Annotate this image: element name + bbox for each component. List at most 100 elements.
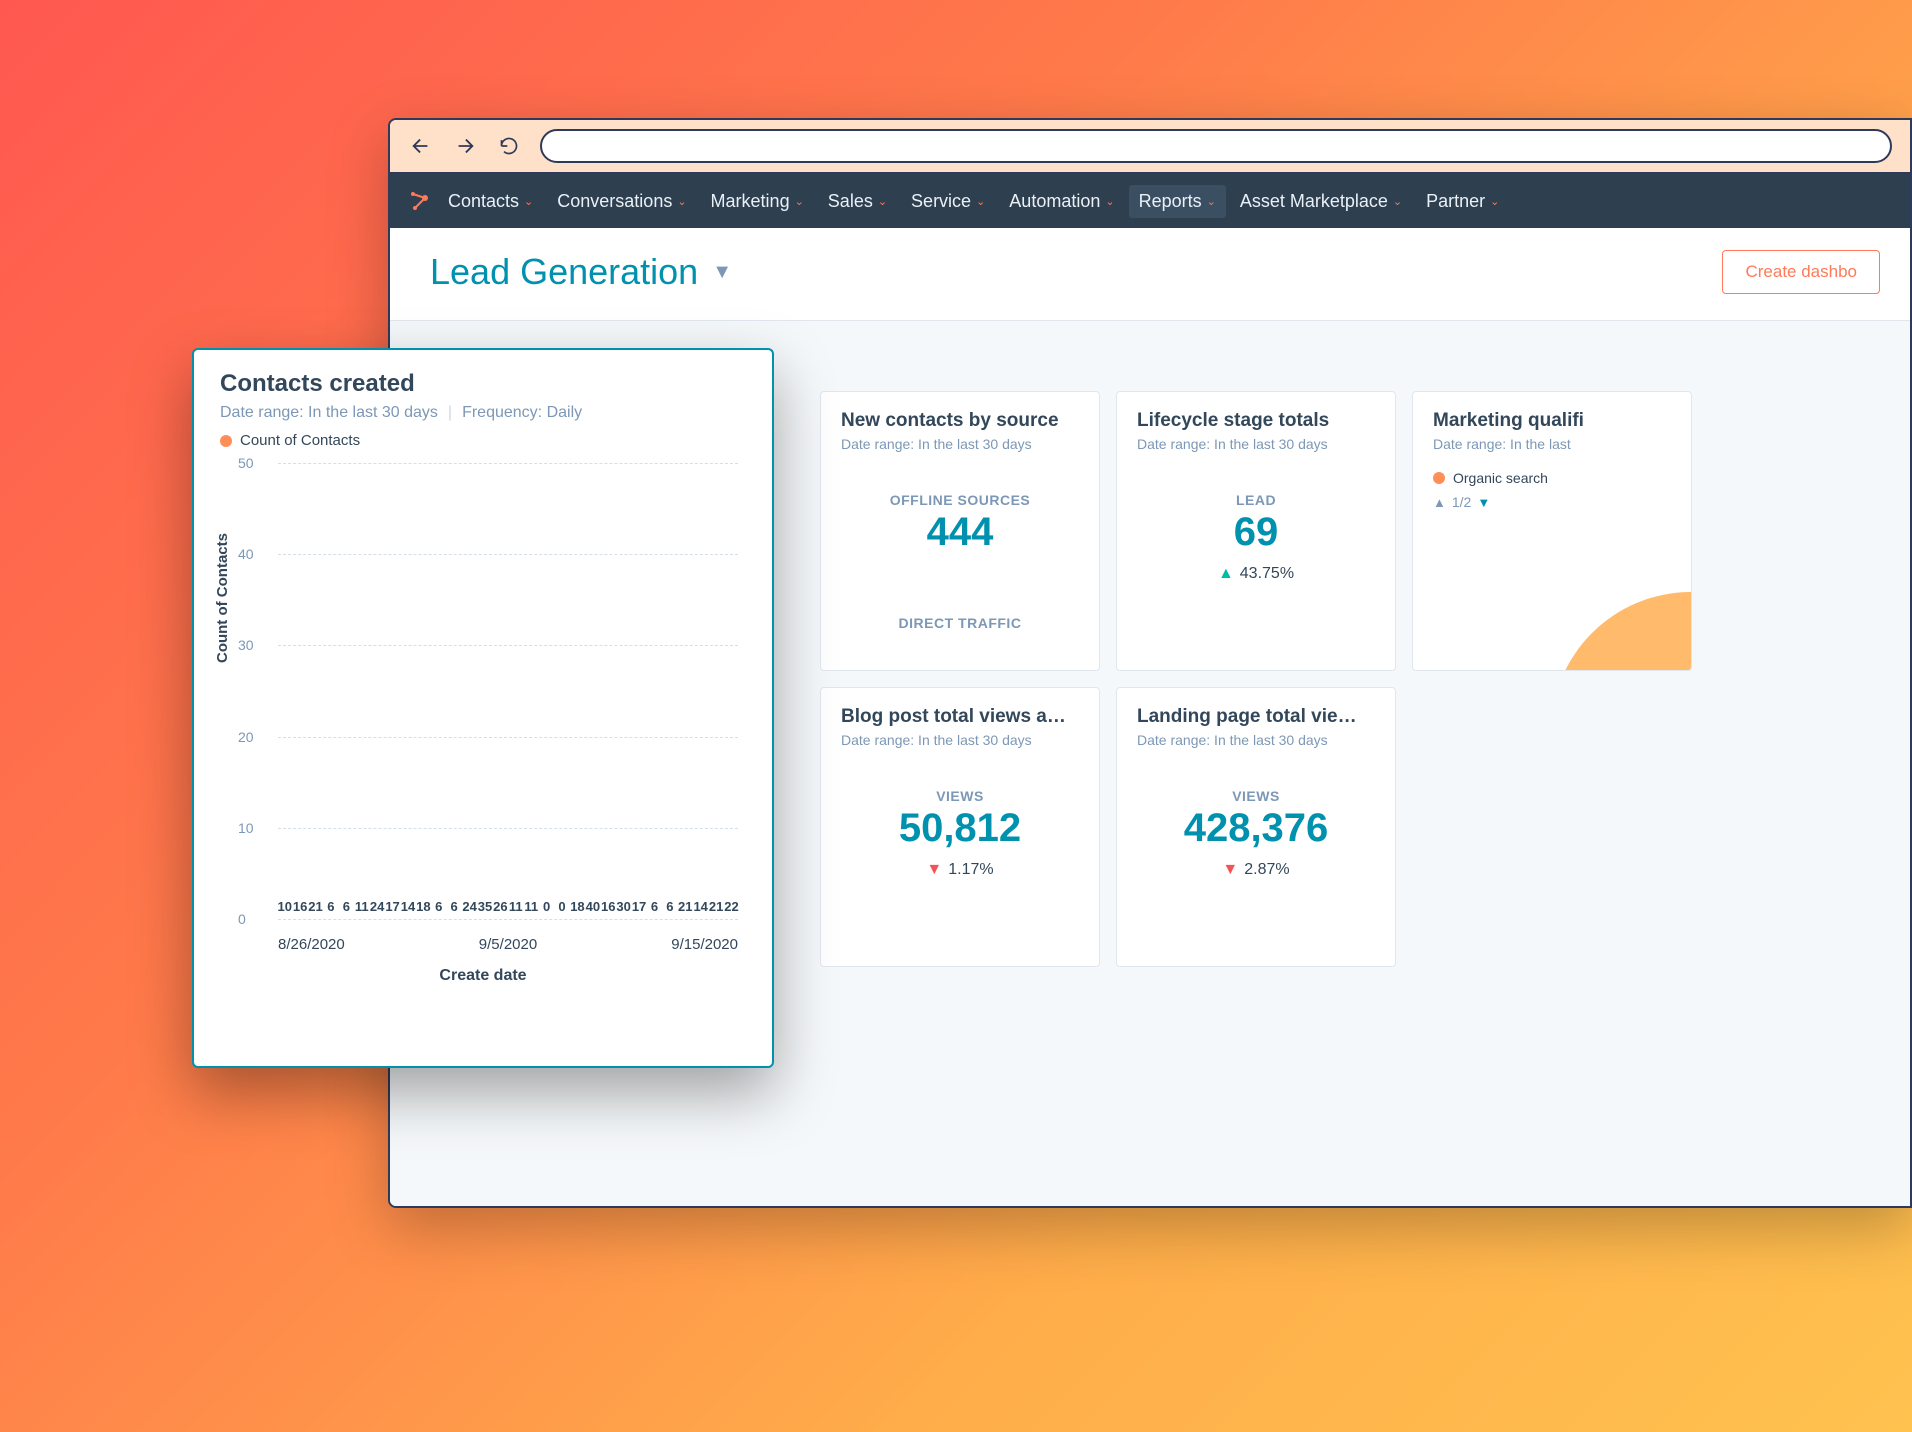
card-blog-post-views[interactable]: Blog post total views a… Date range: In …: [820, 687, 1100, 967]
kpi-delta: ▲43.75%: [1137, 565, 1375, 583]
bar-value-label: 21: [678, 899, 692, 914]
bar-value-label: 6: [451, 899, 458, 914]
card-new-contacts-by-source[interactable]: New contacts by source Date range: In th…: [820, 391, 1100, 671]
top-nav: Contacts⌄Conversations⌄Marketing⌄Sales⌄S…: [390, 174, 1910, 228]
bar-value-label: 14: [693, 899, 707, 914]
kpi-label: VIEWS: [1137, 788, 1375, 804]
legend-dot-icon: [220, 435, 232, 447]
card-subtitle: Date range: In the last 30 days: [841, 436, 1079, 452]
dashboard-header: Lead Generation ▼ Create dashbo: [390, 228, 1910, 320]
dashboard-title-dropdown[interactable]: Lead Generation ▼: [430, 251, 732, 293]
x-axis-title: Create date: [220, 967, 746, 985]
bar-value-label: 0: [558, 899, 565, 914]
forward-icon[interactable]: [452, 133, 478, 159]
card-title: Landing page total vie…: [1137, 706, 1375, 728]
bar-value-label: 22: [724, 899, 738, 914]
bar-value-label: 18: [570, 899, 584, 914]
x-tick-label: 9/15/2020: [671, 936, 738, 953]
card-marketing-qualified[interactable]: Marketing qualifi Date range: In the las…: [1412, 391, 1692, 671]
bar-value-label: 17: [385, 899, 399, 914]
bar-value-label: 21: [709, 899, 723, 914]
chevron-down-icon: ▼: [712, 261, 732, 284]
y-tick-label: 40: [238, 546, 254, 562]
hubspot-logo-icon: [408, 189, 432, 213]
nav-item-sales[interactable]: Sales⌄: [818, 185, 897, 218]
x-tick-label: 8/26/2020: [278, 936, 345, 953]
chevron-down-icon: ⌄: [1207, 195, 1216, 208]
bar-value-label: 40: [586, 899, 600, 914]
triangle-down-icon: ▼: [1222, 861, 1238, 879]
reload-icon[interactable]: [496, 133, 522, 159]
triangle-up-icon: ▲: [1433, 495, 1446, 510]
legend-item: Organic search: [1433, 470, 1671, 486]
bar-value-label: 6: [435, 899, 442, 914]
nav-item-marketing[interactable]: Marketing⌄: [701, 185, 814, 218]
bar-value-label: 21: [308, 899, 322, 914]
browser-toolbar: [390, 120, 1910, 174]
kpi-label: VIEWS: [841, 788, 1079, 804]
bar-value-label: 14: [401, 899, 415, 914]
bar-chart: Count of Contacts 1016216611241714186624…: [220, 463, 746, 993]
kpi-delta: ▼1.17%: [841, 861, 1079, 879]
kpi-label-2: DIRECT TRAFFIC: [841, 615, 1079, 631]
y-tick-label: 50: [238, 455, 254, 471]
bar-value-label: 11: [524, 899, 538, 914]
card-grid-row1b: Blog post total views a… Date range: In …: [820, 687, 1886, 967]
chevron-down-icon: ⌄: [524, 195, 533, 208]
bar-value-label: 26: [493, 899, 507, 914]
bar-value-label: 16: [601, 899, 615, 914]
kpi-value: 444: [841, 510, 1079, 555]
card-subtitle: Date range: In the last 30 days: [1137, 436, 1375, 452]
chart-meta: Date range: In the last 30 days|Frequenc…: [220, 404, 746, 422]
bar-value-label: 24: [462, 899, 476, 914]
nav-item-asset-marketplace[interactable]: Asset Marketplace⌄: [1230, 185, 1412, 218]
triangle-down-icon: ▼: [926, 861, 942, 879]
create-dashboard-button[interactable]: Create dashbo: [1722, 250, 1880, 294]
card-subtitle: Date range: In the last: [1433, 436, 1671, 452]
nav-item-partner[interactable]: Partner⌄: [1416, 185, 1509, 218]
bar-value-label: 17: [632, 899, 646, 914]
nav-item-conversations[interactable]: Conversations⌄: [547, 185, 696, 218]
nav-item-service[interactable]: Service⌄: [901, 185, 995, 218]
kpi-value: 428,376: [1137, 806, 1375, 851]
back-icon[interactable]: [408, 133, 434, 159]
contacts-created-chart-card[interactable]: Contacts created Date range: In the last…: [192, 348, 774, 1068]
bar-value-label: 35: [478, 899, 492, 914]
bars-container: 1016216611241714186624352611110018401630…: [278, 463, 738, 919]
legend-dot-icon: [1433, 472, 1445, 484]
kpi-value: 69: [1137, 510, 1375, 555]
bar-value-label: 10: [277, 899, 291, 914]
kpi-label: LEAD: [1137, 492, 1375, 508]
nav-item-reports[interactable]: Reports⌄: [1129, 185, 1226, 218]
pager[interactable]: ▲1/2▼: [1433, 494, 1671, 510]
card-lifecycle-stage-totals[interactable]: Lifecycle stage totals Date range: In th…: [1116, 391, 1396, 671]
bar-value-label: 30: [616, 899, 630, 914]
chevron-down-icon: ⌄: [795, 195, 804, 208]
card-title: Marketing qualifi: [1433, 410, 1671, 432]
bar-value-label: 0: [543, 899, 550, 914]
card-grid-row1: New contacts by source Date range: In th…: [820, 391, 1886, 671]
y-tick-label: 10: [238, 820, 254, 836]
bar-value-label: 6: [666, 899, 673, 914]
url-bar[interactable]: [540, 129, 1892, 163]
card-landing-page-views[interactable]: Landing page total vie… Date range: In t…: [1116, 687, 1396, 967]
card-title: New contacts by source: [841, 410, 1079, 432]
card-title: Blog post total views a…: [841, 706, 1079, 728]
y-tick-label: 30: [238, 637, 254, 653]
chevron-down-icon: ⌄: [878, 195, 887, 208]
chevron-down-icon: ⌄: [677, 195, 686, 208]
bar-value-label: 16: [293, 899, 307, 914]
pie-chart: [1551, 592, 1692, 671]
y-tick-label: 0: [238, 911, 246, 927]
nav-item-automation[interactable]: Automation⌄: [999, 185, 1124, 218]
card-subtitle: Date range: In the last 30 days: [1137, 732, 1375, 748]
bar-value-label: 11: [355, 899, 369, 914]
kpi-label: OFFLINE SOURCES: [841, 492, 1079, 508]
chevron-down-icon: ⌄: [1490, 195, 1499, 208]
chart-title: Contacts created: [220, 370, 746, 398]
nav-item-contacts[interactable]: Contacts⌄: [438, 185, 543, 218]
bar-value-label: 6: [343, 899, 350, 914]
triangle-up-icon: ▲: [1218, 565, 1234, 583]
x-tick-label: 9/5/2020: [479, 936, 537, 953]
chevron-down-icon: ⌄: [1393, 195, 1402, 208]
